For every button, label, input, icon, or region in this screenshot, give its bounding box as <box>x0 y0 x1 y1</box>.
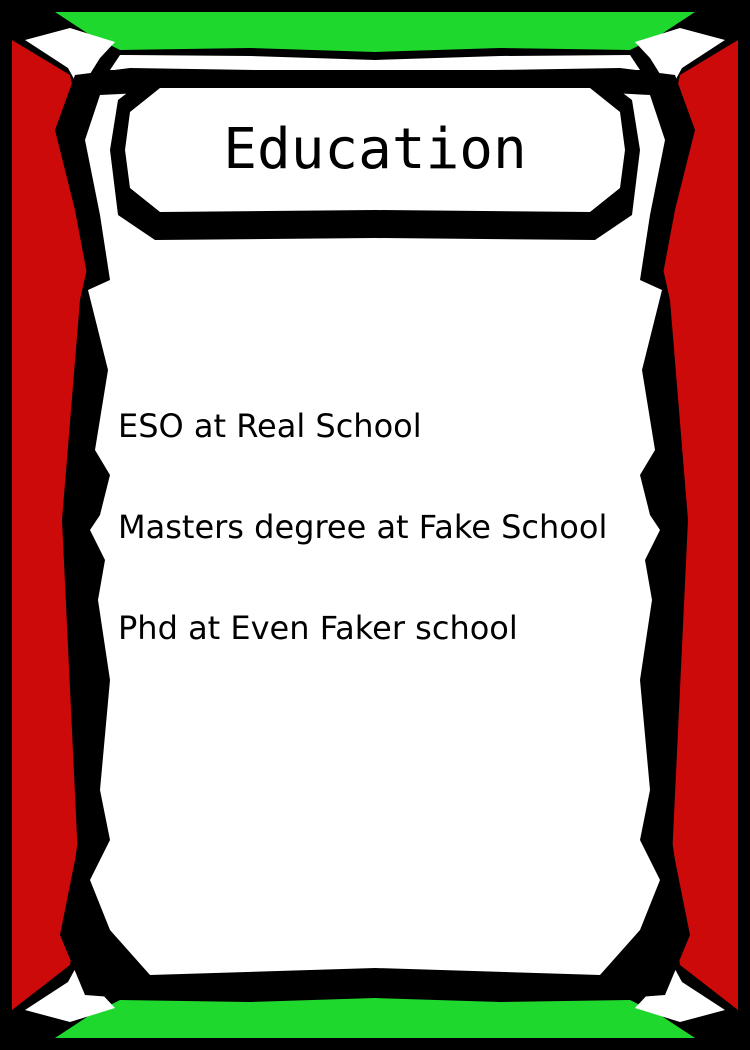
top-green-band <box>55 12 695 52</box>
card-title: Education <box>223 117 527 182</box>
education-card: Education ESO at Real School Masters deg… <box>0 0 750 1050</box>
list-item: Phd at Even Faker school <box>118 609 518 647</box>
education-list: ESO at Real School Masters degree at Fak… <box>118 400 658 703</box>
list-item: ESO at Real School <box>118 407 422 445</box>
bottom-green-band <box>55 998 695 1038</box>
list-item: Masters degree at Fake School <box>118 508 608 546</box>
